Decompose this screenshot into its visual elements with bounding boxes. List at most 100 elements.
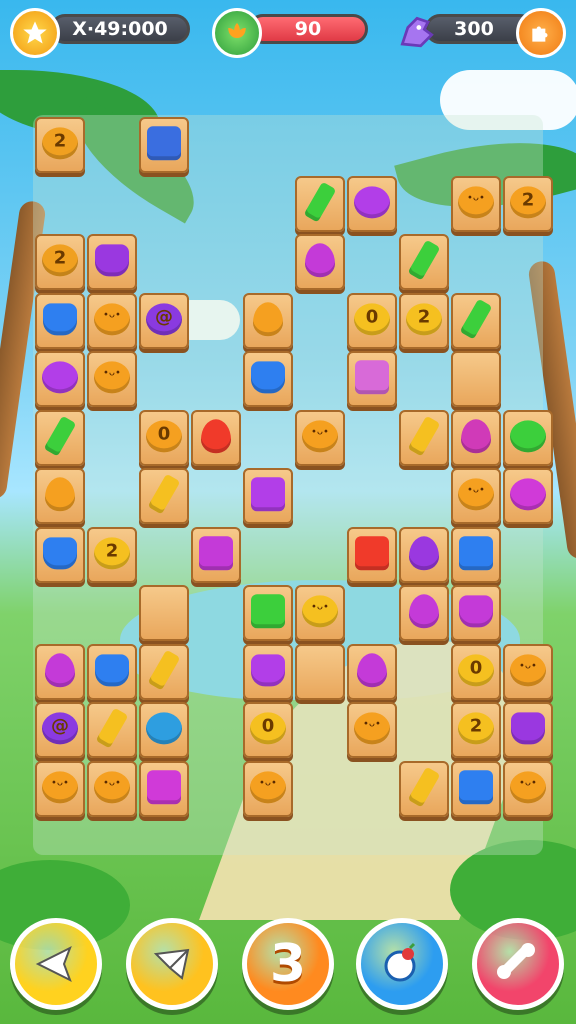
tile-piece [305,243,335,278]
tile-piece [94,302,130,335]
tile[interactable] [347,351,397,407]
tile[interactable] [243,585,293,641]
tile[interactable] [347,702,397,758]
tile-glyph: 0 [469,656,483,678]
tile[interactable] [399,585,449,641]
powerup-button[interactable] [356,918,448,1010]
back-button[interactable] [10,918,102,1010]
tile[interactable] [35,292,85,349]
tile[interactable] [451,175,501,232]
tile[interactable]: 2 [399,292,449,349]
tile-piece: 0 [146,419,182,452]
tile[interactable] [35,409,85,466]
tile-piece [357,652,387,687]
tile[interactable] [191,526,241,583]
dragon-gem-icon [392,8,442,58]
remove-button[interactable] [472,918,564,1010]
tile-piece [201,418,231,453]
tile[interactable] [243,468,293,524]
tile[interactable] [139,117,189,173]
tile[interactable]: 0 [347,292,397,349]
tile[interactable] [399,409,449,466]
tile-piece [510,419,546,452]
tile[interactable] [295,643,345,700]
tile[interactable]: 2 [35,117,85,173]
tile[interactable]: 2 [503,175,553,232]
tile-piece [409,594,439,629]
tile[interactable] [451,292,501,349]
tile[interactable]: @ [139,292,189,349]
tile[interactable] [503,643,553,700]
tile[interactable] [139,643,189,700]
tile-piece [354,185,390,218]
tile[interactable] [451,409,501,466]
tile[interactable] [503,468,553,524]
hint-button[interactable]: 3 [242,918,334,1010]
tile[interactable] [399,234,449,290]
tile[interactable] [243,292,293,349]
tile[interactable] [35,760,85,817]
tile[interactable] [87,234,137,290]
tile[interactable] [347,526,397,583]
tile[interactable] [347,175,397,232]
tile[interactable] [503,760,553,817]
tile[interactable]: 2 [87,526,137,583]
tile[interactable] [399,760,449,817]
tile[interactable] [451,468,501,524]
tile[interactable] [347,643,397,700]
tile[interactable] [35,468,85,524]
tile[interactable] [139,760,189,817]
tile-piece: 0 [250,712,286,745]
tile-piece [407,415,441,457]
tile[interactable]: 0 [451,643,501,700]
tile[interactable] [451,585,501,641]
tile-piece: 2 [458,712,494,745]
tile[interactable]: 2 [35,234,85,290]
tile[interactable] [87,351,137,407]
tile[interactable] [87,292,137,349]
tile[interactable] [87,760,137,817]
tile[interactable] [451,760,501,817]
tile[interactable] [399,526,449,583]
star-icon[interactable] [10,8,60,58]
tile-piece [458,185,494,218]
tile[interactable] [295,175,345,232]
tile[interactable]: 0 [243,702,293,758]
tile[interactable] [451,351,501,407]
tile[interactable] [243,760,293,817]
tile-glyph: 2 [53,247,67,269]
tile[interactable] [35,351,85,407]
shuffle-button[interactable] [126,918,218,1010]
tile-piece [459,535,493,570]
tile[interactable] [87,702,137,758]
tile[interactable] [243,643,293,700]
tile-glyph: 0 [157,422,171,444]
tile[interactable] [503,702,553,758]
tile[interactable] [191,409,241,466]
tile[interactable] [35,643,85,700]
puzzle-icon[interactable] [516,8,566,58]
tile[interactable] [503,409,553,466]
bone-icon [497,943,535,979]
tile-piece [409,535,439,570]
tile[interactable] [35,526,85,583]
tile-piece [251,361,285,394]
tile[interactable]: 0 [139,409,189,466]
tile[interactable] [295,409,345,466]
tile[interactable] [451,526,501,583]
tile-glyph: 2 [521,188,535,210]
tile[interactable] [139,702,189,758]
tile[interactable] [139,585,189,641]
tile[interactable] [243,351,293,407]
tile[interactable] [295,585,345,641]
tile[interactable] [139,468,189,524]
tile-piece [461,418,491,453]
tile[interactable] [87,643,137,700]
score-bar: X·49:000 [50,14,190,44]
tile-piece [302,419,338,452]
tile-piece [510,653,546,686]
tile[interactable] [295,234,345,290]
tile[interactable]: 2 [451,702,501,758]
tile[interactable]: @ [35,702,85,758]
tile-piece [95,653,129,686]
